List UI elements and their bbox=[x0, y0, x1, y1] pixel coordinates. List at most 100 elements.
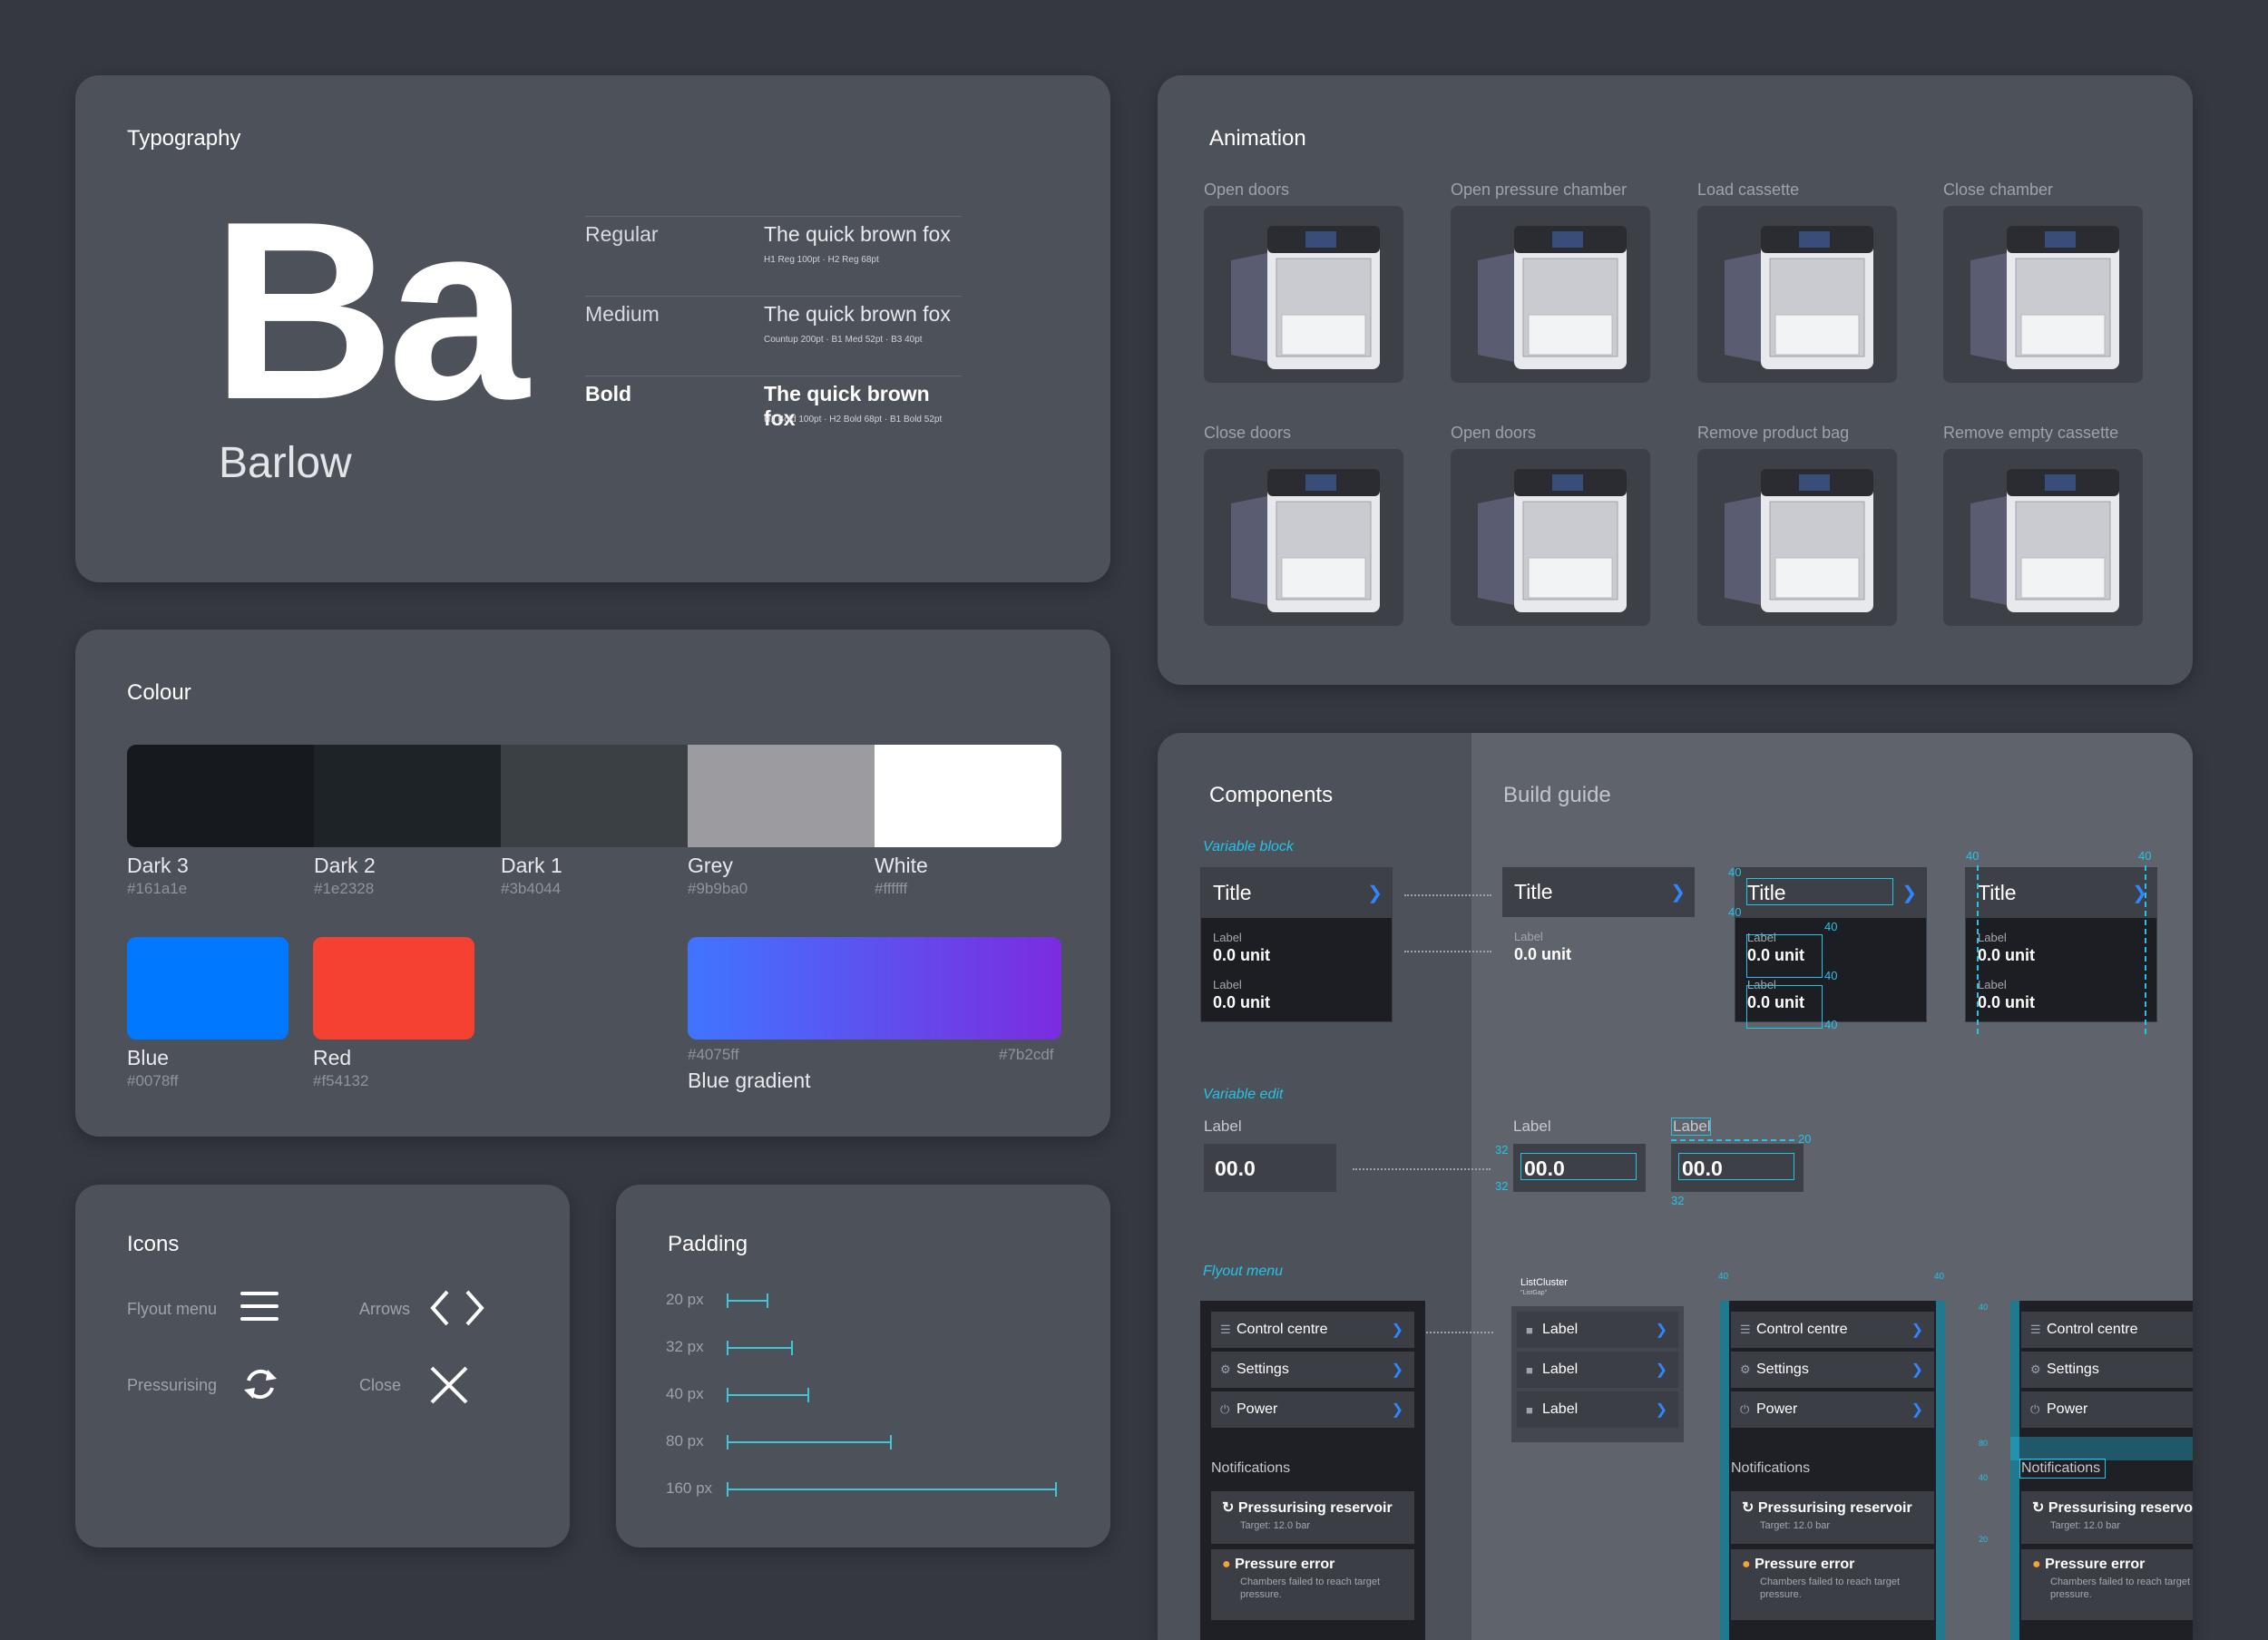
animation-card: Animation Open doors Open pressure chambe… bbox=[1158, 75, 2193, 685]
font-sample-glyphs: Ba bbox=[211, 170, 529, 453]
animation-thumbnail[interactable] bbox=[1943, 206, 2143, 383]
list-item[interactable]: ■ Label ❯ bbox=[1517, 1312, 1678, 1348]
swatch-name: Dark 1 bbox=[501, 854, 562, 877]
components-title: Components bbox=[1209, 783, 1334, 807]
icon-label: Flyout menu bbox=[127, 1300, 218, 1318]
animation-thumbnail[interactable] bbox=[1204, 449, 1403, 626]
list-item[interactable]: ■ Label ❯ bbox=[1517, 1391, 1678, 1428]
variable-block-title: Title bbox=[1514, 880, 1553, 903]
gradient-end-hex: #7b2cdf bbox=[999, 1046, 1054, 1063]
icon-label: Close bbox=[359, 1376, 402, 1394]
gear-icon: ⚙ bbox=[1740, 1362, 1751, 1376]
swatch-name: Dark 3 bbox=[127, 854, 189, 877]
notification-pressurising: ↻ Pressurising reservoir Target: 12.0 ba… bbox=[2021, 1491, 2193, 1544]
square-icon: ■ bbox=[1526, 1323, 1533, 1337]
swatch-grey bbox=[688, 745, 875, 847]
variable-label: Label bbox=[1978, 978, 2007, 991]
padding-guide bbox=[1720, 1301, 1729, 1640]
notification-pressurising: ↻ Pressurising reservoir Target: 12.0 ba… bbox=[1731, 1491, 1934, 1544]
notification-pressure-error[interactable]: ● Pressure error Chambers failed to reac… bbox=[1211, 1549, 1414, 1620]
animation-label: Open pressure chamber bbox=[1451, 181, 1628, 199]
build-guide-title: Build guide bbox=[1503, 783, 1611, 807]
connector-line bbox=[1426, 1332, 1493, 1333]
animation-label: Open doors bbox=[1204, 181, 1290, 199]
guide-box bbox=[1520, 1153, 1637, 1180]
notification-subtitle: Chambers failed to reach target pressure… bbox=[2050, 1577, 2191, 1601]
gear-icon: ⚙ bbox=[2030, 1362, 2041, 1376]
type-sizes: Countup 200pt · B1 Med 52pt · B3 40pt bbox=[764, 335, 923, 345]
sliders-icon: ☰ bbox=[1220, 1323, 1231, 1336]
guide-box bbox=[2019, 1459, 2106, 1479]
menu-item-label: Power bbox=[1237, 1401, 1278, 1417]
guide-line bbox=[1671, 1139, 1794, 1141]
variable-value: 0.0 unit bbox=[1213, 993, 1271, 1011]
menu-item-power[interactable]: ⏻ Power ❯ bbox=[1211, 1391, 1414, 1428]
animation-label: Close chamber bbox=[1943, 181, 2054, 199]
type-sizes: H1 Bold 100pt · H2 Bold 68pt · B1 Bold 5… bbox=[764, 415, 943, 425]
guide-box bbox=[1678, 1153, 1794, 1180]
swatch-hex: #0078ff bbox=[127, 1072, 179, 1089]
machine-illustration bbox=[1478, 226, 1627, 369]
animation-thumbnail[interactable] bbox=[1451, 206, 1650, 383]
animation-thumbnail[interactable] bbox=[1451, 449, 1650, 626]
swatch-name: Red bbox=[313, 1046, 352, 1069]
animation-thumbnail[interactable] bbox=[1697, 449, 1897, 626]
animation-thumbnail[interactable] bbox=[1697, 206, 1897, 383]
menu-item-settings[interactable]: ⚙ Settings ❯ bbox=[1211, 1352, 1414, 1388]
dim-label: 40 bbox=[1979, 1303, 1989, 1312]
arrows-icon bbox=[430, 1290, 484, 1326]
notification-subtitle: Chambers failed to reach target pressure… bbox=[1760, 1577, 1901, 1601]
variable-value: 0.0 unit bbox=[1978, 993, 2036, 1011]
variable-block[interactable]: Title ❯ Label 0.0 unit Label 0.0 unit bbox=[1200, 867, 1393, 1022]
power-icon: ⏻ bbox=[1740, 1402, 1750, 1416]
type-sample: The quick brown fox bbox=[764, 222, 951, 246]
variable-edit-input[interactable]: 00.0 bbox=[1204, 1144, 1336, 1192]
list-item[interactable]: ■ Label ❯ bbox=[1517, 1352, 1678, 1388]
padding-bar bbox=[727, 1435, 892, 1450]
animation-thumbnail[interactable] bbox=[1204, 206, 1403, 383]
swatch-blue-gradient bbox=[688, 937, 1061, 1040]
swatch-dark3 bbox=[127, 745, 315, 847]
menu-item-label: Control centre bbox=[2047, 1322, 2138, 1337]
chevron-right-icon: ❯ bbox=[1655, 1323, 1667, 1338]
icon-label: Pressurising bbox=[127, 1376, 218, 1394]
machine-illustration bbox=[1231, 469, 1380, 612]
notification-title: Pressure error bbox=[1755, 1557, 1855, 1572]
padding-bar bbox=[727, 1482, 1057, 1497]
menu-item-control-centre[interactable]: ☰ Control centre ❯ bbox=[1211, 1312, 1414, 1348]
variable-label: Label bbox=[1978, 931, 2007, 944]
edit-field-label: Label bbox=[1513, 1118, 1551, 1135]
dim-label: 20 bbox=[1979, 1535, 1989, 1544]
animation-title: Animation bbox=[1209, 126, 1306, 151]
notification-title: Pressurising reservoir bbox=[1237, 1500, 1393, 1516]
variable-value: 0.0 unit bbox=[1978, 946, 2036, 964]
swatch-hex: #ffffff bbox=[875, 880, 908, 897]
square-icon: ■ bbox=[1526, 1402, 1533, 1417]
flyout-build-margins: ☰ Control centre ⚙ Settings ⏻ Power Notific… bbox=[2010, 1301, 2193, 1640]
animation-thumbnail[interactable] bbox=[1943, 449, 2143, 626]
swatch-dark2 bbox=[314, 745, 502, 847]
notification-title: Pressure error bbox=[1235, 1557, 1335, 1572]
type-row-medium: Medium The quick brown fox Countup 200pt… bbox=[585, 296, 962, 376]
hamburger-icon bbox=[240, 1292, 279, 1321]
notification-pressurising[interactable]: ↻ Pressurising reservoir Target: 12.0 ba… bbox=[1211, 1491, 1414, 1544]
variable-label: Label bbox=[1213, 931, 1242, 944]
components-card: Components Build guide Variable block Ti… bbox=[1158, 733, 2193, 1640]
padding-label: 80 px bbox=[666, 1432, 704, 1450]
list-item-label: Label bbox=[1542, 1362, 1579, 1377]
swatch-hex: #161a1e bbox=[127, 880, 188, 897]
chevron-right-icon: ❯ bbox=[1391, 1362, 1403, 1378]
dim-label: 40 bbox=[1728, 865, 1742, 879]
padding-label: 32 px bbox=[666, 1338, 704, 1355]
animation-label: Open doors bbox=[1451, 424, 1537, 442]
square-icon: ■ bbox=[1526, 1362, 1533, 1377]
padding-bar bbox=[727, 1388, 809, 1402]
menu-item-label: Power bbox=[1756, 1401, 1798, 1417]
warning-icon: ● bbox=[2032, 1557, 2046, 1572]
notification-subtitle: Target: 12.0 bar bbox=[1760, 1520, 1831, 1531]
dim-label: 40 bbox=[1718, 1272, 1729, 1282]
dim-label: 40 bbox=[1966, 849, 1980, 863]
colour-title: Colour bbox=[127, 680, 191, 705]
power-icon: ⏻ bbox=[1220, 1402, 1230, 1416]
edit-field-label: Label bbox=[1204, 1118, 1242, 1135]
